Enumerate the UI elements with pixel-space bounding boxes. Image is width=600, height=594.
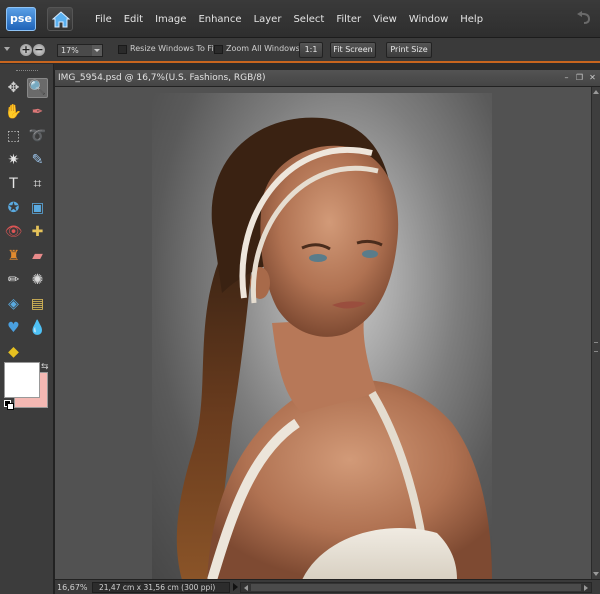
resize-windows-checkbox[interactable] [118,45,127,54]
minimize-icon[interactable]: – [562,73,571,82]
horizontal-scrollbar[interactable] [240,582,592,593]
marquee-icon[interactable]: ⬚ [3,126,24,146]
undo-icon[interactable] [576,11,592,25]
recompose-icon[interactable]: ▣ [27,198,48,218]
menu-window[interactable]: Window [403,14,454,25]
toolbox: ✥ 🔍 ✋ ✒ ⬚ ➰ ✷ ✎ T ⌗ ✪ ▣ 👁 ✚ ♜ ▰ ✏ ✺ ◈ ▤ ♥ 💧 ◆ ⇆ [0,64,54,594]
menu-help[interactable]: Help [454,14,489,25]
blur-icon[interactable]: 💧 [27,318,48,338]
toolbox-grip[interactable] [16,70,38,72]
document-photo [152,93,492,579]
spot-healing-icon[interactable]: ✚ [27,222,48,242]
status-menu-arrow-icon[interactable] [233,583,238,591]
canvas-area[interactable] [55,87,592,579]
smart-brush-icon[interactable]: ✺ [27,270,48,290]
zoom-icon[interactable]: 🔍 [27,78,48,98]
hand-icon[interactable]: ✋ [3,102,24,122]
status-zoom[interactable]: 16,67% [57,583,88,592]
menu-view[interactable]: View [367,14,403,25]
scroll-thumb[interactable] [251,584,581,591]
zoom-all-windows-label: Zoom All Windows [226,44,300,53]
menu-bar: pse File Edit Image Enhance Layer Select… [0,0,600,38]
scroll-up-icon[interactable] [593,90,599,94]
scroll-left-icon[interactable] [244,585,248,591]
zoom-level-select[interactable]: 17% [57,44,103,57]
gradient-icon[interactable]: ▤ [27,294,48,314]
app-logo[interactable]: pse [6,7,36,31]
menu-edit[interactable]: Edit [118,14,149,25]
status-bar: 16,67% 21,47 cm x 31,56 cm (300 ppi) [55,579,600,594]
sponge-icon[interactable]: ◆ [3,342,24,362]
cookie-cutter-icon[interactable]: ✪ [3,198,24,218]
menu-layer[interactable]: Layer [248,14,288,25]
zoom-level-value: 17% [61,46,79,55]
home-button[interactable] [47,7,73,31]
crop-icon[interactable]: ⌗ [27,174,48,194]
fit-screen-button[interactable]: Fit Screen [330,42,376,58]
document-title-bar[interactable]: IMG_5954.psd @ 16,7%(U.S. Fashions, RGB/… [55,70,600,87]
print-size-button[interactable]: Print Size [386,42,432,58]
scroll-down-icon[interactable] [593,572,599,576]
eyedropper-icon[interactable]: ✒ [27,102,48,122]
menu-enhance[interactable]: Enhance [192,14,247,25]
default-colors-icon[interactable] [4,400,14,410]
scroll-right-icon[interactable] [584,585,588,591]
portrait-illustration [176,117,492,579]
main-menu: File Edit Image Enhance Layer Select Fil… [89,0,489,38]
zoom-out-button[interactable]: − [33,44,45,56]
document-window: IMG_5954.psd @ 16,7%(U.S. Fashions, RGB/… [54,70,600,594]
menu-image[interactable]: Image [149,14,192,25]
type-icon[interactable]: T [3,174,24,194]
menu-filter[interactable]: Filter [330,14,367,25]
move-icon[interactable]: ✥ [3,78,24,98]
restore-icon[interactable]: ❐ [575,73,584,82]
quick-selection-icon[interactable]: ✎ [27,150,48,170]
close-icon[interactable]: ✕ [588,73,597,82]
options-menu-arrow-icon[interactable] [4,47,10,51]
custom-shape-icon[interactable]: ♥ [3,318,24,338]
brush-icon[interactable]: ✏ [3,270,24,290]
zoom-in-button[interactable]: + [20,44,32,56]
menu-file[interactable]: File [89,14,118,25]
zoom-all-windows-checkbox[interactable] [214,45,223,54]
menu-select[interactable]: Select [287,14,330,25]
chevron-down-icon [92,45,102,56]
actual-pixels-button[interactable]: 1:1 [299,42,323,58]
lasso-icon[interactable]: ➰ [27,126,48,146]
vertical-scrollbar[interactable] [591,87,600,579]
swap-colors-icon[interactable]: ⇆ [41,362,49,372]
foreground-color-swatch[interactable] [4,362,40,398]
resize-windows-label: Resize Windows To Fit [130,44,217,53]
document-title: IMG_5954.psd @ 16,7%(U.S. Fashions, RGB/… [58,73,266,83]
eraser-icon[interactable]: ▰ [27,246,48,266]
options-bar: + − 17% Resize Windows To Fit Zoom All W… [0,38,600,63]
status-document-size: 21,47 cm x 31,56 cm (300 ppi) [92,582,230,593]
magic-wand-icon[interactable]: ✷ [3,150,24,170]
home-icon [52,11,70,28]
red-eye-icon[interactable]: 👁 [3,222,24,242]
scroll-grip[interactable] [594,342,598,352]
paint-bucket-icon[interactable]: ◈ [3,294,24,314]
clone-stamp-icon[interactable]: ♜ [3,246,24,266]
